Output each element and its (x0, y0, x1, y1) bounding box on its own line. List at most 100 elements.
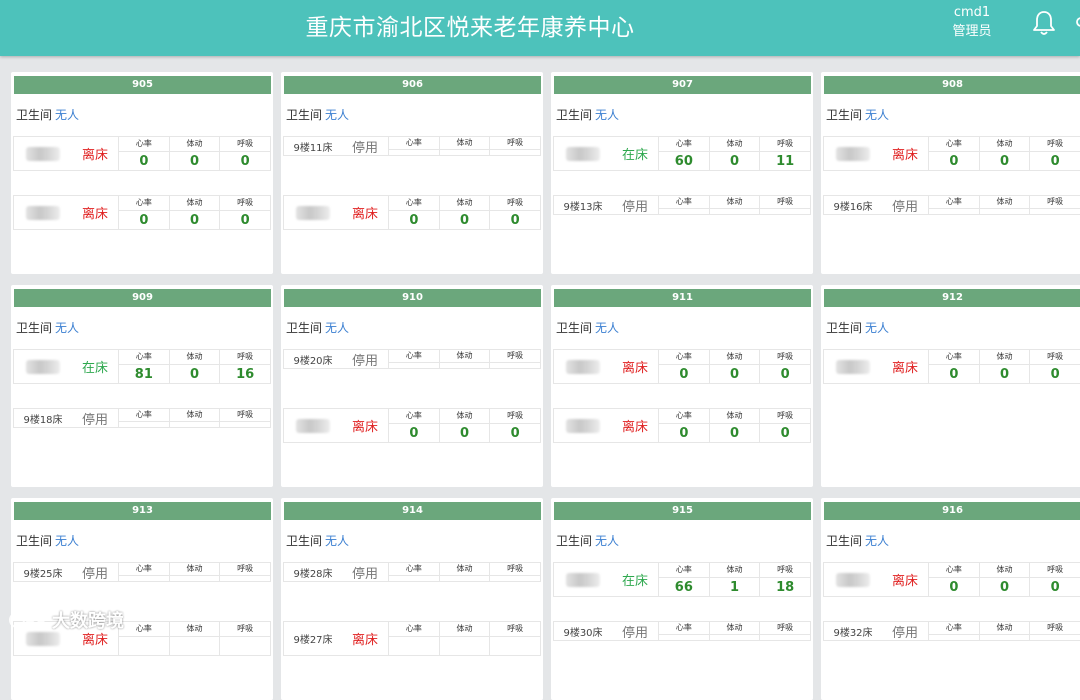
room-number: 910 (284, 289, 541, 307)
bed-row[interactable]: 离床 心率 0 体动 0 呼吸 0 (283, 195, 541, 230)
body-movement-label: 体动 (439, 622, 490, 637)
body-movement-label: 体动 (709, 622, 760, 635)
respiration-cell: 呼吸 (489, 622, 541, 655)
user-role: 管理员 (952, 24, 992, 39)
bed-label: 9楼27床 (293, 635, 333, 646)
bed-row[interactable]: 离床 心率 0 体动 0 呼吸 0 (823, 349, 1080, 384)
bed-row[interactable]: 离床 心率 0 体动 0 呼吸 0 (13, 195, 271, 230)
bed-label (554, 350, 612, 383)
respiration-label: 呼吸 (760, 196, 811, 209)
bed-status: 离床 (351, 633, 378, 648)
bed-status: 离床 (891, 574, 918, 589)
body-movement-value (170, 637, 220, 655)
bed-row[interactable]: 离床 心率 0 体动 0 呼吸 0 (553, 349, 811, 384)
room-card[interactable]: 906 卫生间 无人 9楼11床 停用 心率 体动 呼吸 离床 心率 0 体动 0 呼吸 0 (281, 72, 543, 274)
respiration-cell: 呼吸 0 (489, 409, 541, 442)
respiration-value: 16 (236, 366, 255, 382)
bed-row[interactable]: 9楼28床 停用 心率 体动 呼吸 (283, 562, 541, 582)
heart-rate-label: 心率 (659, 409, 709, 424)
body-movement-cell: 体动 0 (438, 196, 490, 229)
body-movement-cell: 体动 (978, 622, 1030, 640)
watermark-logo-icon (9, 611, 46, 628)
bed-status: 离床 (621, 361, 648, 376)
bed-row[interactable]: 9楼18床 停用 心率 体动 呼吸 (13, 408, 271, 428)
toilet-label: 卫生间 (556, 321, 593, 335)
body-movement-label: 体动 (979, 196, 1030, 209)
room-card[interactable]: 916 卫生间 无人 离床 心率 0 体动 0 呼吸 0 9楼32床 停用 心率 体动 呼吸 (821, 498, 1080, 700)
watermark: 大数跨境 (8, 607, 124, 633)
heart-rate-label: 心率 (929, 196, 979, 209)
toilet-status: 卫生间 无人 (556, 320, 813, 336)
bed-row[interactable]: 9楼25床 停用 心率 体动 呼吸 (13, 562, 271, 582)
room-card[interactable]: 905 卫生间 无人 离床 心率 0 体动 0 呼吸 0 离床 心率 0 体动 0 呼吸 0 (11, 72, 273, 274)
respiration-cell: 呼吸 0 (1029, 350, 1080, 383)
bed-row[interactable]: 在床 心率 66 体动 1 呼吸 18 (553, 562, 811, 597)
toilet-occupancy: 无人 (55, 534, 80, 548)
body-movement-label: 体动 (169, 350, 220, 365)
respiration-label: 呼吸 (1030, 350, 1080, 365)
body-movement-label: 体动 (439, 350, 490, 363)
bed-row[interactable]: 9楼11床 停用 心率 体动 呼吸 (283, 136, 541, 156)
bed-row[interactable]: 9楼16床 停用 心率 体动 呼吸 (823, 195, 1080, 215)
top-header: 重庆市渝北区悦来老年康养中心 cmd1 管理员 (0, 0, 1080, 56)
room-card[interactable]: 909 卫生间 无人在床 心率 81 体动 0 呼吸 16 9楼18床 停用 心率 体动 呼吸 (11, 285, 273, 487)
bed-row[interactable]: 离床 心率 0 体动 0 呼吸 0 (823, 562, 1080, 597)
room-card[interactable]: 911 卫生间 无人 离床 心率 0 体动 0 呼吸 0 离床 心率 0 体动 0 呼吸 0 (551, 285, 813, 487)
room-card[interactable]: 915 卫生间 无人 在床 心率 66 体动 1 呼吸 18 9楼30床 停用 心率 体动 呼吸 (551, 498, 813, 700)
heart-rate-cell: 心率 (928, 622, 979, 640)
heart-rate-label: 心率 (659, 137, 709, 152)
resident-name-blurred (566, 146, 600, 161)
bed-label (824, 350, 882, 383)
heart-rate-cell: 心率 (658, 622, 709, 640)
respiration-label: 呼吸 (490, 137, 541, 150)
room-number: 916 (824, 502, 1080, 520)
toilet-status: 卫生间 无人 (16, 320, 273, 336)
bed-row[interactable]: 离床 心率 0 体动 0 呼吸 0 (823, 136, 1080, 171)
bed-row[interactable]: 在床 心率 60 体动 0 呼吸 11 (553, 136, 811, 171)
room-card[interactable]: 914 卫生间 无人 9楼28床 停用 心率 体动 呼吸 9楼27床 离床 心率 体动 呼吸 (281, 498, 543, 700)
more-icon[interactable] (1072, 12, 1080, 32)
user-menu[interactable]: cmd1 管理员 (940, 3, 1004, 41)
body-movement-cell: 体动 (438, 563, 490, 581)
bed-row[interactable]: 9楼20床 停用 心率 体动 呼吸 (283, 349, 541, 369)
bed-row[interactable]: 9楼27床 离床 心率 体动 呼吸 (283, 621, 541, 656)
respiration-value: 0 (1050, 366, 1060, 382)
toilet-label: 卫生间 (556, 534, 593, 548)
respiration-label: 呼吸 (490, 409, 541, 424)
body-movement-label: 体动 (979, 622, 1030, 635)
room-card[interactable]: 908 卫生间 无人 离床 心率 0 体动 0 呼吸 0 9楼16床 停用 心率 体动 呼吸 (821, 72, 1080, 274)
room-number: 909 (14, 289, 271, 307)
body-movement-cell: 体动 (978, 196, 1030, 214)
respiration-cell: 呼吸 0 (1029, 563, 1080, 596)
bed-label: 9楼32床 (833, 627, 873, 639)
body-movement-label: 体动 (169, 563, 220, 576)
bell-icon[interactable] (1030, 9, 1058, 37)
toilet-occupancy: 无人 (595, 534, 620, 548)
respiration-cell: 呼吸 (1029, 196, 1080, 214)
bed-row[interactable]: 9楼30床 停用 心率 体动 呼吸 (553, 621, 811, 641)
bed-row[interactable]: 9楼13床 停用 心率 体动 呼吸 (553, 195, 811, 215)
bed-row[interactable]: 离床 心率 0 体动 0 呼吸 0 (553, 408, 811, 443)
respiration-value: 0 (240, 212, 250, 228)
room-card[interactable]: 910 卫生间 无人 9楼20床 停用 心率 体动 呼吸离床 心率 0 体动 0 呼吸 0 (281, 285, 543, 487)
body-movement-value: 0 (459, 212, 470, 228)
bed-row[interactable]: 离床 心率 0 体动 0 呼吸 0 (13, 136, 271, 171)
respiration-cell: 呼吸 (1029, 622, 1080, 640)
bed-row[interactable]: 9楼32床 停用 心率 体动 呼吸 (823, 621, 1080, 641)
heart-rate-value: 0 (139, 212, 149, 228)
resident-name-blurred (566, 418, 600, 433)
bed-row[interactable]: 在床 心率 81 体动 0 呼吸 16 (13, 349, 271, 384)
toilet-label: 卫生间 (826, 108, 863, 122)
toilet-status: 卫生间 无人 (286, 320, 543, 336)
respiration-value: 11 (776, 153, 795, 169)
room-card[interactable]: 912 卫生间 无人 离床 心率 0 体动 0 呼吸 0 (821, 285, 1080, 487)
toilet-status: 卫生间 无人 (556, 533, 813, 549)
room-card[interactable]: 907 卫生间 无人 在床 心率 60 体动 0 呼吸 11 9楼13床 停用 心率 体动 呼吸 (551, 72, 813, 274)
watermark-text: 大数跨境 (52, 611, 124, 632)
toilet-occupancy: 无人 (55, 321, 80, 335)
heart-rate-label: 心率 (119, 622, 169, 637)
room-card[interactable]: 913 卫生间 无人 9楼25床 停用 心率 体动 呼吸 离床 心率 体动 呼吸 (11, 498, 273, 700)
bed-label (554, 137, 612, 170)
respiration-label: 呼吸 (220, 137, 271, 152)
bed-row[interactable]: 离床 心率 0 体动 0 呼吸 0 (283, 408, 541, 443)
